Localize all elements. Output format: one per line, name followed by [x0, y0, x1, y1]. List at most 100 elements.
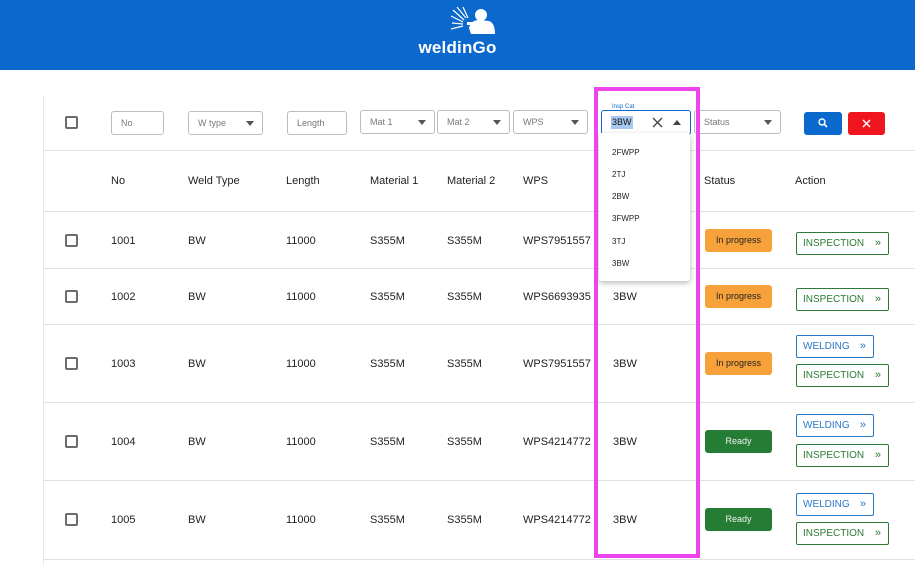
clear-filters-button[interactable]: [848, 112, 885, 135]
col-header-wps[interactable]: WPS: [523, 175, 548, 187]
chevron-down-icon: [246, 121, 254, 126]
cell-material2: S355M: [447, 235, 482, 247]
cell-length: 11000: [286, 291, 316, 303]
insp-cat-dropdown-menu: 2FWPP 2TJ 2BW 3FWPP 3TJ 3BW: [599, 133, 690, 281]
mat2-filter-select[interactable]: Mat 2: [437, 110, 510, 134]
status-badge: Ready: [705, 430, 772, 453]
col-header-material2[interactable]: Material 2: [447, 175, 495, 187]
insp-cat-filter-label: Insp Cat: [610, 104, 637, 110]
cell-material1: S355M: [370, 235, 405, 247]
inspection-button[interactable]: INSPECTION »: [796, 232, 889, 255]
wps-filter-select[interactable]: WPS: [513, 110, 588, 134]
weld-type-filter-placeholder: W type: [198, 118, 227, 128]
table-row: 1004 BW 11000 S355M S355M WPS4214772 3BW…: [44, 403, 915, 481]
dropdown-option[interactable]: 2BW: [612, 192, 629, 201]
cell-material2: S355M: [447, 291, 482, 303]
chevron-down-icon: [571, 120, 579, 125]
double-chevron-right-icon: »: [859, 340, 866, 352]
mat1-filter-placeholder: Mat 1: [370, 117, 393, 127]
inspection-button-label: INSPECTION: [803, 370, 865, 381]
cell-weld-type: BW: [188, 436, 206, 448]
weld-type-filter-select[interactable]: W type: [188, 111, 263, 135]
col-header-weld-type[interactable]: Weld Type: [188, 175, 240, 187]
chevron-down-icon: [764, 120, 772, 125]
inspection-button[interactable]: INSPECTION »: [796, 364, 889, 387]
cell-no: 1001: [111, 235, 136, 247]
welding-button-label: WELDING: [803, 499, 850, 510]
welding-button[interactable]: WELDING »: [796, 414, 874, 437]
dropdown-option[interactable]: 2TJ: [612, 170, 625, 179]
mat2-filter-placeholder: Mat 2: [447, 117, 470, 127]
inspection-button[interactable]: INSPECTION »: [796, 288, 889, 311]
inspection-button-label: INSPECTION: [803, 238, 865, 249]
dropdown-option[interactable]: 2FWPP: [612, 148, 640, 157]
no-filter-placeholder: No: [121, 118, 133, 128]
cell-material1: S355M: [370, 514, 405, 526]
clear-selection-icon[interactable]: [652, 117, 663, 128]
col-header-action: Action: [795, 175, 826, 187]
inspection-button[interactable]: INSPECTION »: [796, 522, 889, 545]
col-header-material1[interactable]: Material 1: [370, 175, 418, 187]
cell-length: 11000: [286, 514, 316, 526]
status-badge: In progress: [705, 229, 772, 252]
cell-material1: S355M: [370, 291, 405, 303]
double-chevron-right-icon: »: [874, 449, 881, 461]
col-header-no[interactable]: No: [111, 175, 125, 187]
double-chevron-right-icon: »: [874, 237, 881, 249]
cell-no: 1004: [111, 436, 136, 448]
close-icon: [862, 119, 871, 128]
status-filter-placeholder: Status: [704, 117, 730, 127]
cell-insp-cat: 3BW: [613, 358, 637, 370]
chevron-down-icon: [493, 120, 501, 125]
welding-button[interactable]: WELDING »: [796, 493, 874, 516]
weld-table: No W type Length Mat 1 Mat 2 WPS 3BW Ins…: [43, 96, 915, 565]
cell-material2: S355M: [447, 358, 482, 370]
length-filter-placeholder: Length: [297, 118, 325, 128]
inspection-button[interactable]: INSPECTION »: [796, 444, 889, 467]
cell-length: 11000: [286, 235, 316, 247]
status-filter-select[interactable]: Status: [694, 110, 781, 134]
row-checkbox[interactable]: [65, 513, 78, 526]
inspection-button-label: INSPECTION: [803, 294, 865, 305]
insp-cat-selected-value[interactable]: 3BW: [611, 116, 633, 129]
cell-weld-type: BW: [188, 358, 206, 370]
row-checkbox[interactable]: [65, 435, 78, 448]
no-filter-input[interactable]: No: [111, 111, 164, 135]
dropdown-option[interactable]: 3FWPP: [612, 214, 640, 223]
cell-length: 11000: [286, 358, 316, 370]
dropdown-option[interactable]: 3TJ: [612, 237, 625, 246]
cell-wps: WPS6693935: [523, 291, 591, 303]
double-chevron-right-icon: »: [859, 498, 866, 510]
col-header-status[interactable]: Status: [704, 175, 735, 187]
double-chevron-right-icon: »: [874, 527, 881, 539]
row-checkbox[interactable]: [65, 234, 78, 247]
double-chevron-right-icon: »: [874, 369, 881, 381]
cell-wps: WPS7951557: [523, 358, 591, 370]
cell-no: 1003: [111, 358, 136, 370]
col-header-length[interactable]: Length: [286, 175, 320, 187]
welding-button[interactable]: WELDING »: [796, 335, 874, 358]
inspection-button-label: INSPECTION: [803, 528, 865, 539]
welder-icon: [450, 6, 495, 34]
status-badge: In progress: [705, 352, 772, 375]
table-row: 1005 BW 11000 S355M S355M WPS4214772 3BW…: [44, 481, 915, 560]
dropdown-option[interactable]: 3BW: [612, 259, 629, 268]
cell-insp-cat: 3BW: [613, 436, 637, 448]
select-all-checkbox[interactable]: [65, 116, 78, 129]
inspection-button-label: INSPECTION: [803, 450, 865, 461]
cell-weld-type: BW: [188, 514, 206, 526]
double-chevron-right-icon: »: [874, 293, 881, 305]
cell-material2: S355M: [447, 514, 482, 526]
length-filter-input[interactable]: Length: [287, 111, 347, 135]
brand-name: weldinGo: [418, 38, 497, 57]
search-icon: [818, 118, 828, 128]
chevron-up-icon[interactable]: [673, 120, 681, 125]
search-button[interactable]: [804, 112, 842, 135]
row-checkbox[interactable]: [65, 357, 78, 370]
mat1-filter-select[interactable]: Mat 1: [360, 110, 435, 134]
insp-cat-filter-select[interactable]: 3BW: [601, 110, 691, 135]
cell-no: 1002: [111, 291, 136, 303]
row-checkbox[interactable]: [65, 290, 78, 303]
filter-row: No W type Length Mat 1 Mat 2 WPS 3BW Ins…: [44, 96, 915, 151]
welding-button-label: WELDING: [803, 341, 850, 352]
